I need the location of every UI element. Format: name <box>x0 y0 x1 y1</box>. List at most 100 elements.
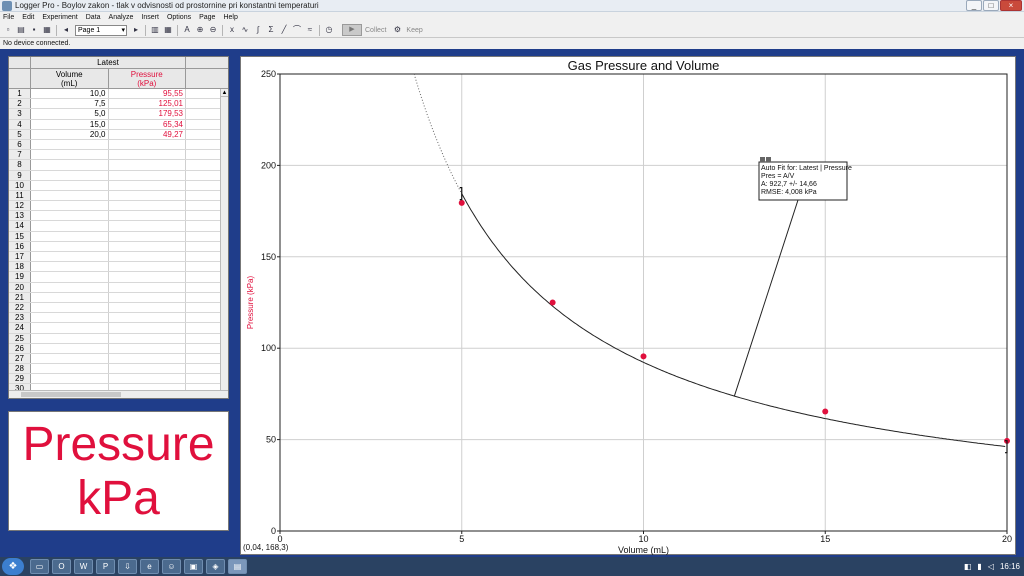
cell-pressure[interactable] <box>109 323 186 333</box>
menu-analyze[interactable]: Analyze <box>109 14 134 21</box>
cell-volume[interactable] <box>31 252 109 262</box>
cell-volume[interactable] <box>31 190 109 201</box>
cell-pressure[interactable]: 125,01 <box>109 99 186 109</box>
open-folder-icon[interactable]: ▤ <box>15 24 27 36</box>
cell-volume[interactable]: 15,0 <box>31 119 109 129</box>
cell-pressure[interactable] <box>109 302 186 313</box>
cell-pressure[interactable]: 179,53 <box>109 109 186 119</box>
table-row[interactable]: 24 <box>9 323 228 334</box>
cell-volume[interactable] <box>31 150 109 160</box>
curve-fit-icon[interactable]: ⌒ <box>291 24 303 36</box>
cell-pressure[interactable] <box>109 353 186 364</box>
cell-pressure[interactable] <box>109 262 186 272</box>
table-row[interactable]: 22 <box>9 302 228 314</box>
cell-volume[interactable] <box>31 160 109 170</box>
table-row[interactable]: 18 <box>9 262 228 273</box>
volume-icon[interactable]: ◁ <box>988 562 994 571</box>
data-point[interactable] <box>549 299 556 306</box>
cell-pressure[interactable] <box>109 333 186 343</box>
taskbar-messenger-icon[interactable]: ☺ <box>162 559 181 574</box>
table-row[interactable]: 26 <box>9 343 228 354</box>
new-file-icon[interactable]: ▫ <box>2 24 14 36</box>
menu-page[interactable]: Page <box>199 14 215 21</box>
taskbar-browser-icon[interactable]: e <box>140 559 159 574</box>
cell-volume[interactable] <box>31 180 109 190</box>
cell-volume[interactable]: 20,0 <box>31 129 109 139</box>
cell-volume[interactable] <box>31 353 109 364</box>
taskbar-word-icon[interactable]: W <box>74 559 93 574</box>
cell-pressure[interactable] <box>109 241 186 251</box>
table-row[interactable]: 25 <box>9 333 228 344</box>
table-row[interactable]: 2 7,5 125,01 <box>9 99 228 110</box>
cell-volume[interactable] <box>31 272 109 282</box>
table-row[interactable]: 21 <box>9 292 228 303</box>
cell-pressure[interactable] <box>109 150 186 160</box>
table-row[interactable]: 4 15,0 65,34 <box>9 119 228 130</box>
cell-pressure[interactable] <box>109 221 186 231</box>
cell-volume[interactable] <box>31 211 109 221</box>
fft-icon[interactable]: ≈ <box>304 24 316 36</box>
language-icon[interactable]: ◧ <box>964 562 972 571</box>
cell-volume[interactable] <box>31 139 109 150</box>
cell-volume[interactable] <box>31 313 109 323</box>
table-row[interactable]: 15 <box>9 231 228 242</box>
keep-icon[interactable]: ⚙ <box>391 24 403 36</box>
column-header-pressure[interactable]: Pressure (kPa) <box>108 69 186 88</box>
menu-edit[interactable]: Edit <box>22 14 34 21</box>
cell-volume[interactable] <box>31 262 109 272</box>
cell-pressure[interactable] <box>109 313 186 323</box>
cell-pressure[interactable]: 49,27 <box>109 129 186 139</box>
cell-pressure[interactable] <box>109 282 186 292</box>
cell-pressure[interactable] <box>109 292 186 302</box>
menu-insert[interactable]: Insert <box>141 14 159 21</box>
cell-pressure[interactable] <box>109 180 186 190</box>
examine-icon[interactable]: x <box>226 24 238 36</box>
table-row[interactable]: 28 <box>9 364 228 375</box>
cell-volume[interactable] <box>31 231 109 241</box>
cell-volume[interactable] <box>31 323 109 333</box>
menu-experiment[interactable]: Experiment <box>42 14 77 21</box>
annotation-close-icon[interactable] <box>766 157 771 162</box>
table-row[interactable]: 13 <box>9 211 228 222</box>
fit-range-bracket[interactable] <box>459 187 463 201</box>
cell-volume[interactable] <box>31 282 109 292</box>
y-axis-label[interactable]: Pressure (kPa) <box>246 275 255 329</box>
print-icon[interactable]: ▦ <box>41 24 53 36</box>
graph-panel[interactable]: Gas Pressure and Volume 0 5 10 15 20 0 50 100 150… <box>240 56 1016 555</box>
annotation-options-icon[interactable] <box>760 157 765 162</box>
cell-pressure[interactable] <box>109 252 186 262</box>
data-point[interactable] <box>458 199 465 206</box>
table-row[interactable]: 8 <box>9 160 228 171</box>
scroll-up-icon[interactable]: ▲ <box>221 89 228 97</box>
cell-pressure[interactable] <box>109 374 186 384</box>
save-icon[interactable]: ▪ <box>28 24 40 36</box>
menu-help[interactable]: Help <box>223 14 237 21</box>
page-forward-icon[interactable]: ▸ <box>130 24 142 36</box>
table-row[interactable]: 27 <box>9 353 228 365</box>
cell-pressure[interactable] <box>109 190 186 201</box>
cell-pressure[interactable] <box>109 272 186 282</box>
table-row[interactable]: 10 <box>9 180 228 191</box>
table-row[interactable]: 5 20,0 49,27 <box>9 129 228 140</box>
cell-volume[interactable] <box>31 333 109 343</box>
cell-pressure[interactable] <box>109 139 186 150</box>
taskbar-app-icon[interactable]: ▣ <box>184 559 203 574</box>
taskbar-explorer-icon[interactable]: ▭ <box>30 559 49 574</box>
maximize-button[interactable]: □ <box>983 0 999 11</box>
cell-pressure[interactable] <box>109 364 186 374</box>
cell-volume[interactable] <box>31 374 109 384</box>
cell-volume[interactable] <box>31 292 109 302</box>
cell-pressure[interactable]: 65,34 <box>109 119 186 129</box>
menu-file[interactable]: File <box>3 14 14 21</box>
page-select[interactable]: Page 1 <box>75 24 127 36</box>
cell-pressure[interactable]: 95,55 <box>109 89 186 99</box>
table-row[interactable]: 11 <box>9 190 228 202</box>
cell-volume[interactable] <box>31 170 109 180</box>
cell-volume[interactable] <box>31 201 109 211</box>
column-header-volume[interactable]: Volume (mL) <box>31 69 109 88</box>
statistics-icon[interactable]: Σ <box>265 24 277 36</box>
taskbar-download-icon[interactable]: ⇩ <box>118 559 137 574</box>
table-icon[interactable]: ▦ <box>162 24 174 36</box>
cell-pressure[interactable] <box>109 201 186 211</box>
integral-icon[interactable]: ∫ <box>252 24 264 36</box>
